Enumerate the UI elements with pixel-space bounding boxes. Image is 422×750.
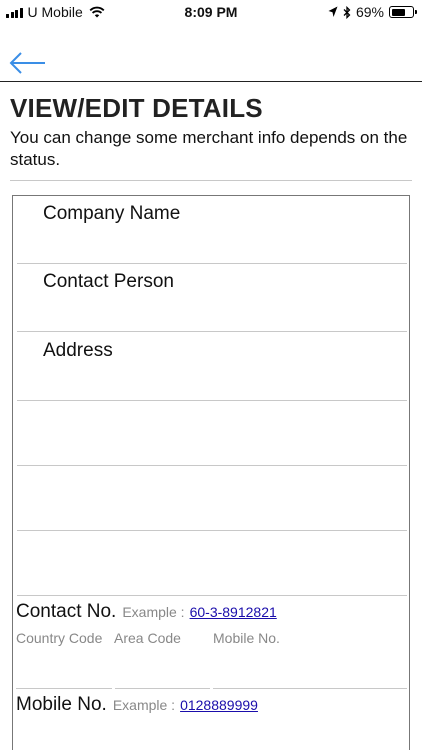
- arrow-left-icon[interactable]: [8, 50, 48, 76]
- address-label: Address: [43, 340, 113, 361]
- battery-percent: 69%: [355, 4, 384, 20]
- bluetooth-icon: [343, 5, 351, 19]
- address-line-1-field[interactable]: [17, 400, 407, 401]
- contact-person-field[interactable]: [17, 331, 407, 332]
- address-line-4-field[interactable]: [17, 595, 407, 596]
- mobile-no-sublabel: Mobile No.: [213, 630, 280, 646]
- company-name-field[interactable]: [17, 263, 407, 264]
- area-code-field[interactable]: [115, 688, 210, 689]
- contact-person-label: Contact Person: [43, 271, 174, 292]
- page-subtitle: You can change some merchant info depend…: [10, 128, 408, 169]
- contact-no-label: Contact No.: [16, 601, 117, 622]
- mobile-no-example-link[interactable]: 0128889999: [180, 697, 258, 713]
- page-title: VIEW/EDIT DETAILS: [10, 93, 263, 123]
- country-code-label: Country Code: [16, 630, 103, 646]
- contact-no-example-prefix: Example :: [122, 604, 185, 620]
- mobile-no-label-row: Mobile No. Example : 0128889999: [16, 694, 258, 716]
- contact-number-field[interactable]: [213, 688, 407, 689]
- divider: [10, 180, 412, 181]
- battery-fill: [391, 8, 406, 16]
- company-name-label: Company Name: [43, 203, 181, 224]
- mobile-no-example-prefix: Example :: [112, 697, 176, 713]
- country-code-field[interactable]: [16, 688, 112, 689]
- nav-bar: [0, 44, 422, 82]
- address-line-3-field[interactable]: [17, 530, 407, 531]
- status-right: 69%: [328, 4, 417, 20]
- status-bar: U Mobile 8:09 PM 69%: [0, 0, 422, 24]
- address-line-2-field[interactable]: [17, 465, 407, 466]
- contact-no-example-link[interactable]: 60-3-8912821: [190, 604, 277, 620]
- area-code-label: Area Code: [114, 630, 181, 646]
- merchant-details-form: Company Name Contact Person Address Cont…: [12, 195, 410, 750]
- mobile-no-label: Mobile No.: [16, 694, 107, 715]
- battery-icon: [389, 6, 417, 18]
- contact-no-label-row: Contact No. Example : 60-3-8912821: [16, 601, 277, 623]
- location-icon: [328, 6, 338, 17]
